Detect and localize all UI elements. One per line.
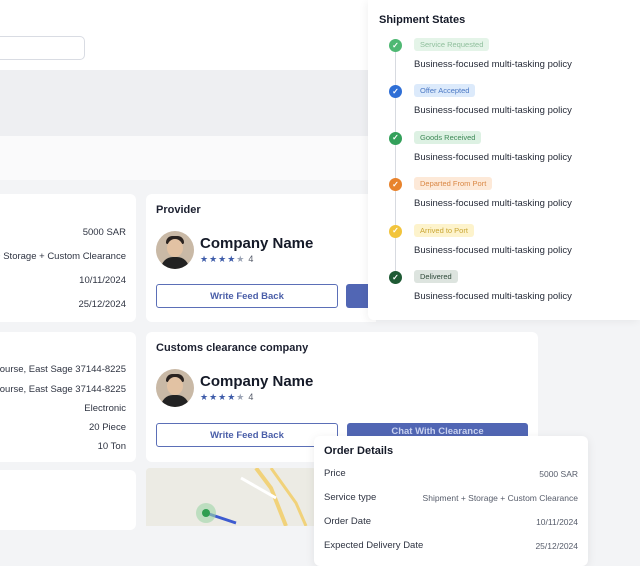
dropoff-address: Course, East Sage 37144-8225 xyxy=(0,384,126,395)
order-price-label: Price xyxy=(324,468,346,479)
order-date-label: Order Date xyxy=(324,516,371,527)
order-service-label: Service type xyxy=(324,492,377,503)
pickup-address: Course, East Sage 37144-8225 xyxy=(0,364,126,375)
star-empty-icon: ★ xyxy=(236,254,246,264)
route-map[interactable] xyxy=(146,468,316,526)
customs-rating-value: 4 xyxy=(248,392,254,402)
customs-company-name: Company Name xyxy=(200,373,314,390)
check-icon: ✓ xyxy=(389,85,402,99)
check-icon: ✓ xyxy=(389,271,402,284)
customs-feedback-button[interactable]: Write Feed Back xyxy=(156,423,338,447)
check-icon: ✓ xyxy=(389,178,402,192)
status-badge: Service Requested xyxy=(414,38,490,51)
summary-price: 5000 SAR xyxy=(82,227,126,238)
order-details-title: Order Details xyxy=(324,445,394,457)
map-graphic xyxy=(146,468,316,526)
left-shipment-card: Course, East Sage 37144-8225 Course, Eas… xyxy=(0,332,136,462)
shipment-states-panel: Shipment States ✓ Service Requested Busine… xyxy=(368,0,640,320)
summary-delivery-date: 25/12/2024 xyxy=(78,299,126,310)
provider-company-name: Company Name xyxy=(200,235,314,252)
timeline-line xyxy=(395,46,396,278)
customs-rating: ★★★★★ 4 xyxy=(200,392,253,403)
search-input[interactable] xyxy=(0,36,85,60)
provider-title: Provider xyxy=(156,204,201,216)
order-service-value: Shipment + Storage + Custom Clearance xyxy=(422,493,578,503)
star-empty-icon: ★ xyxy=(236,392,246,402)
status-badge: Goods Received xyxy=(414,130,482,144)
status-badge: Offer Accepted xyxy=(414,84,476,98)
avatar xyxy=(156,369,194,407)
customs-title: Customs clearance company xyxy=(156,342,309,354)
check-icon: ✓ xyxy=(389,224,402,238)
status-badge: Delivered xyxy=(414,270,458,283)
check-icon: ✓ xyxy=(389,39,402,52)
left-map-card xyxy=(0,470,136,530)
shipment-states-title: Shipment States xyxy=(379,14,466,26)
order-details-panel: Order Details Price 5000 SAR Service typ… xyxy=(314,436,588,566)
status-description: Business-focused multi-tasking policy xyxy=(414,244,572,256)
order-price-value: 5000 SAR xyxy=(539,469,578,479)
star-icon: ★★★★ xyxy=(200,392,237,402)
left-summary-card: 5000 SAR + Storage + Custom Clearance 10… xyxy=(0,194,136,322)
avatar xyxy=(156,231,194,269)
provider-feedback-button[interactable]: Write Feed Back xyxy=(156,284,338,308)
star-icon: ★★★★ xyxy=(200,254,237,264)
order-delivery-value: 25/12/2024 xyxy=(535,541,578,551)
goods-category: Electronic xyxy=(84,403,126,414)
status-badge: Arrived to Port xyxy=(414,223,474,237)
summary-order-date: 10/11/2024 xyxy=(79,275,126,286)
check-icon: ✓ xyxy=(389,131,402,145)
status-description: Business-focused multi-tasking policy xyxy=(414,198,572,210)
goods-pieces: 20 Piece xyxy=(89,422,126,433)
goods-weight: 10 Ton xyxy=(97,441,126,452)
provider-rating: ★★★★★ 4 xyxy=(200,254,253,265)
status-description: Business-focused multi-tasking policy xyxy=(414,151,572,163)
order-date-value: 10/11/2024 xyxy=(536,517,578,527)
provider-rating-value: 4 xyxy=(248,254,254,264)
status-description: Business-focused multi-tasking policy xyxy=(414,59,572,70)
summary-service: + Storage + Custom Clearance xyxy=(0,251,126,262)
status-description: Business-focused multi-tasking policy xyxy=(414,291,572,302)
provider-card: Provider Company Name ★★★★★ 4 Write Feed … xyxy=(146,194,376,322)
status-badge: Departed From Port xyxy=(414,177,493,191)
order-delivery-label: Expected Delivery Date xyxy=(324,540,424,551)
status-description: Business-focused multi-tasking policy xyxy=(414,105,572,117)
